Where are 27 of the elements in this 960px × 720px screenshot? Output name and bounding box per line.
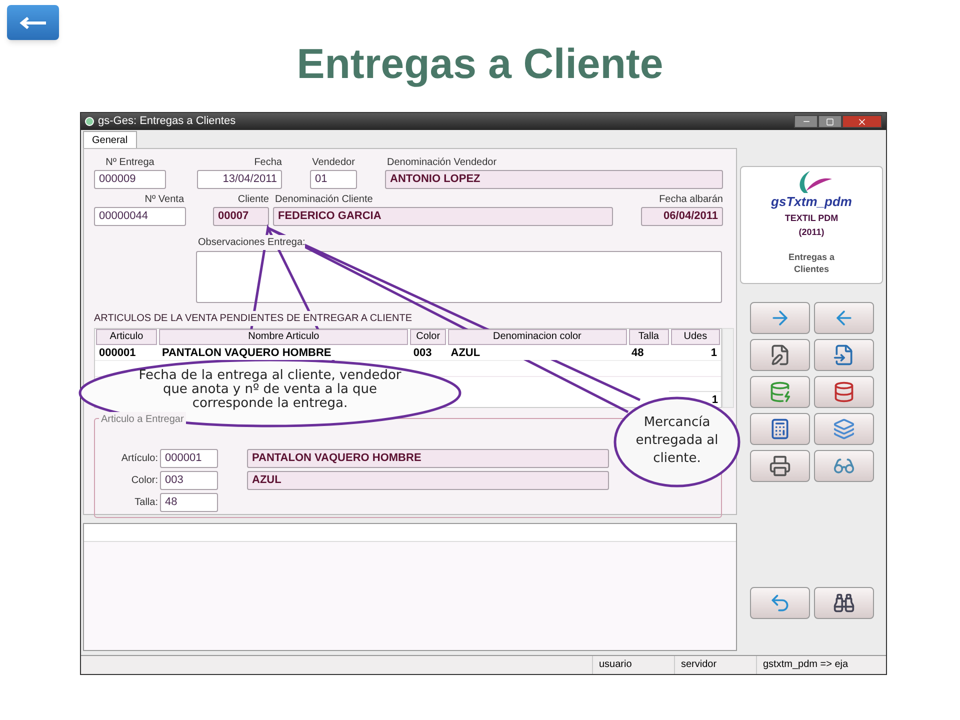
field-label: Cliente xyxy=(238,193,269,207)
company-year: (2011) xyxy=(798,226,824,239)
field-label: Fecha albarán xyxy=(659,193,723,207)
description-field: AZUL xyxy=(247,470,609,490)
field-label: Talla: xyxy=(134,496,159,510)
callout-text: Fecha de la entrega al cliente, vendedor que anota y nº de venta a la que corresponde la entrega. xyxy=(138,369,402,411)
app-name: gsTxtm_pdm xyxy=(771,195,852,209)
field-label: Vendedor xyxy=(312,156,355,170)
status-item: gstxtm_pdm => eja xyxy=(756,656,886,674)
field-label: Nº Venta xyxy=(144,193,185,207)
field-label: Denominación Vendedor xyxy=(386,156,498,170)
description-field: PANTALON VAQUERO HOMBRE xyxy=(247,448,609,468)
status-item: usuario xyxy=(592,656,674,674)
fieldset-legend: Articulo a Entregar xyxy=(99,412,186,427)
field-label: Nº Entrega xyxy=(106,156,154,170)
field-label: Artículo: xyxy=(120,452,159,466)
field-label: Fecha xyxy=(254,156,282,170)
module-name: Entregas a Clientes xyxy=(787,251,836,275)
callout-text: Mercancía entregada al cliente. xyxy=(634,414,720,468)
field-label: Denominación Cliente xyxy=(274,193,374,207)
table-title: ARTICULOS DE LA VENTA PENDIENTES DE ENTREGAR A CLIENTE xyxy=(94,311,412,326)
status-item: servidor xyxy=(674,656,756,674)
window-title: gs-Ges: Entregas a Clientes xyxy=(98,114,236,130)
field-label: Color: xyxy=(130,474,159,488)
field-label: Observaciones Entrega: xyxy=(196,235,306,250)
slide-title: Entregas a Cliente xyxy=(296,39,664,89)
company-name: TEXTIL PDM xyxy=(784,212,838,225)
